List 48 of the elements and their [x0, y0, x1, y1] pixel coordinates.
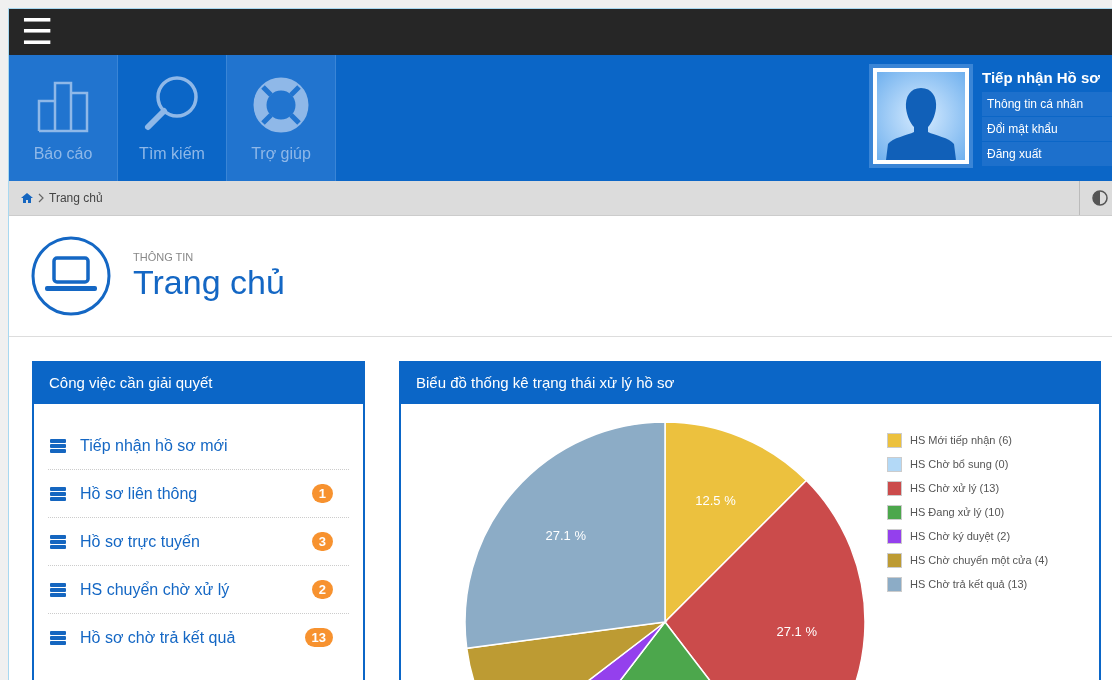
- user-menu-item[interactable]: Đăng xuất: [982, 142, 1112, 166]
- user-name: Tiếp nhận Hồ sơ: [982, 69, 1101, 86]
- slice-label: 27.1 %: [545, 528, 586, 543]
- bar-chart-icon: [37, 81, 89, 133]
- user-menu-item[interactable]: Thông tin cá nhân: [982, 92, 1112, 116]
- laptop-icon: [31, 236, 111, 316]
- task-link[interactable]: HS chuyển chờ xử lý: [80, 580, 298, 599]
- task-link[interactable]: Hồ sơ trực tuyến: [80, 532, 298, 551]
- legend-label: HS Chờ bổ sung (0): [910, 458, 1009, 470]
- search-icon: [143, 75, 201, 133]
- task-link[interactable]: Tiếp nhận hồ sơ mới: [80, 436, 333, 455]
- count-badge: 13: [304, 628, 333, 647]
- legend-swatch: [887, 576, 902, 592]
- legend-swatch: [887, 552, 902, 568]
- legend-label: HS Chờ xử lý (13): [910, 482, 1000, 494]
- user-menu-item[interactable]: Đổi mật khẩu: [982, 117, 1112, 141]
- legend-label: HS Mới tiếp nhận (6): [910, 434, 1012, 446]
- server-icon: [50, 438, 66, 453]
- slice-label: 27.1 %: [776, 623, 817, 639]
- menu-icon[interactable]: ☰: [21, 14, 54, 50]
- task-link[interactable]: Hồ sơ liên thông: [80, 484, 298, 503]
- server-icon: [50, 534, 66, 549]
- legend-label: HS Chờ trả kết quả (13): [910, 578, 1028, 590]
- chevron-right-icon: [38, 193, 44, 203]
- panel-header: Công việc cần giải quyết: [34, 361, 363, 404]
- server-icon: [50, 486, 66, 501]
- legend-swatch: [887, 456, 902, 472]
- server-icon: [50, 582, 66, 597]
- legend-swatch: [887, 432, 902, 448]
- slice-label: 12.5 %: [695, 493, 736, 509]
- legend-label: HS Đang xử lý (10): [910, 506, 1005, 518]
- legend-label: HS Chờ chuyển một cửa (4): [910, 554, 1049, 566]
- page-subtitle: THÔNG TIN: [133, 250, 195, 263]
- legend-swatch: [887, 504, 902, 520]
- page-title: Trang chủ: [133, 262, 285, 302]
- home-icon[interactable]: [21, 193, 33, 203]
- legend-swatch: [887, 528, 902, 544]
- count-badge: 2: [311, 580, 333, 599]
- lifebuoy-icon: [253, 77, 309, 133]
- count-badge: 1: [311, 484, 333, 503]
- count-badge: 3: [311, 532, 333, 551]
- contrast-icon: [1092, 190, 1108, 206]
- legend-swatch: [887, 480, 902, 496]
- breadcrumb-current: Trang chủ: [49, 191, 103, 205]
- server-icon: [50, 630, 66, 645]
- legend-label: HS Chờ ký duyệt (2): [910, 530, 1011, 542]
- task-link[interactable]: Hồ sơ chờ trả kết quả: [80, 628, 291, 647]
- panel-header: Biểu đồ thống kê trạng thái xử lý hồ sơ: [401, 361, 1099, 404]
